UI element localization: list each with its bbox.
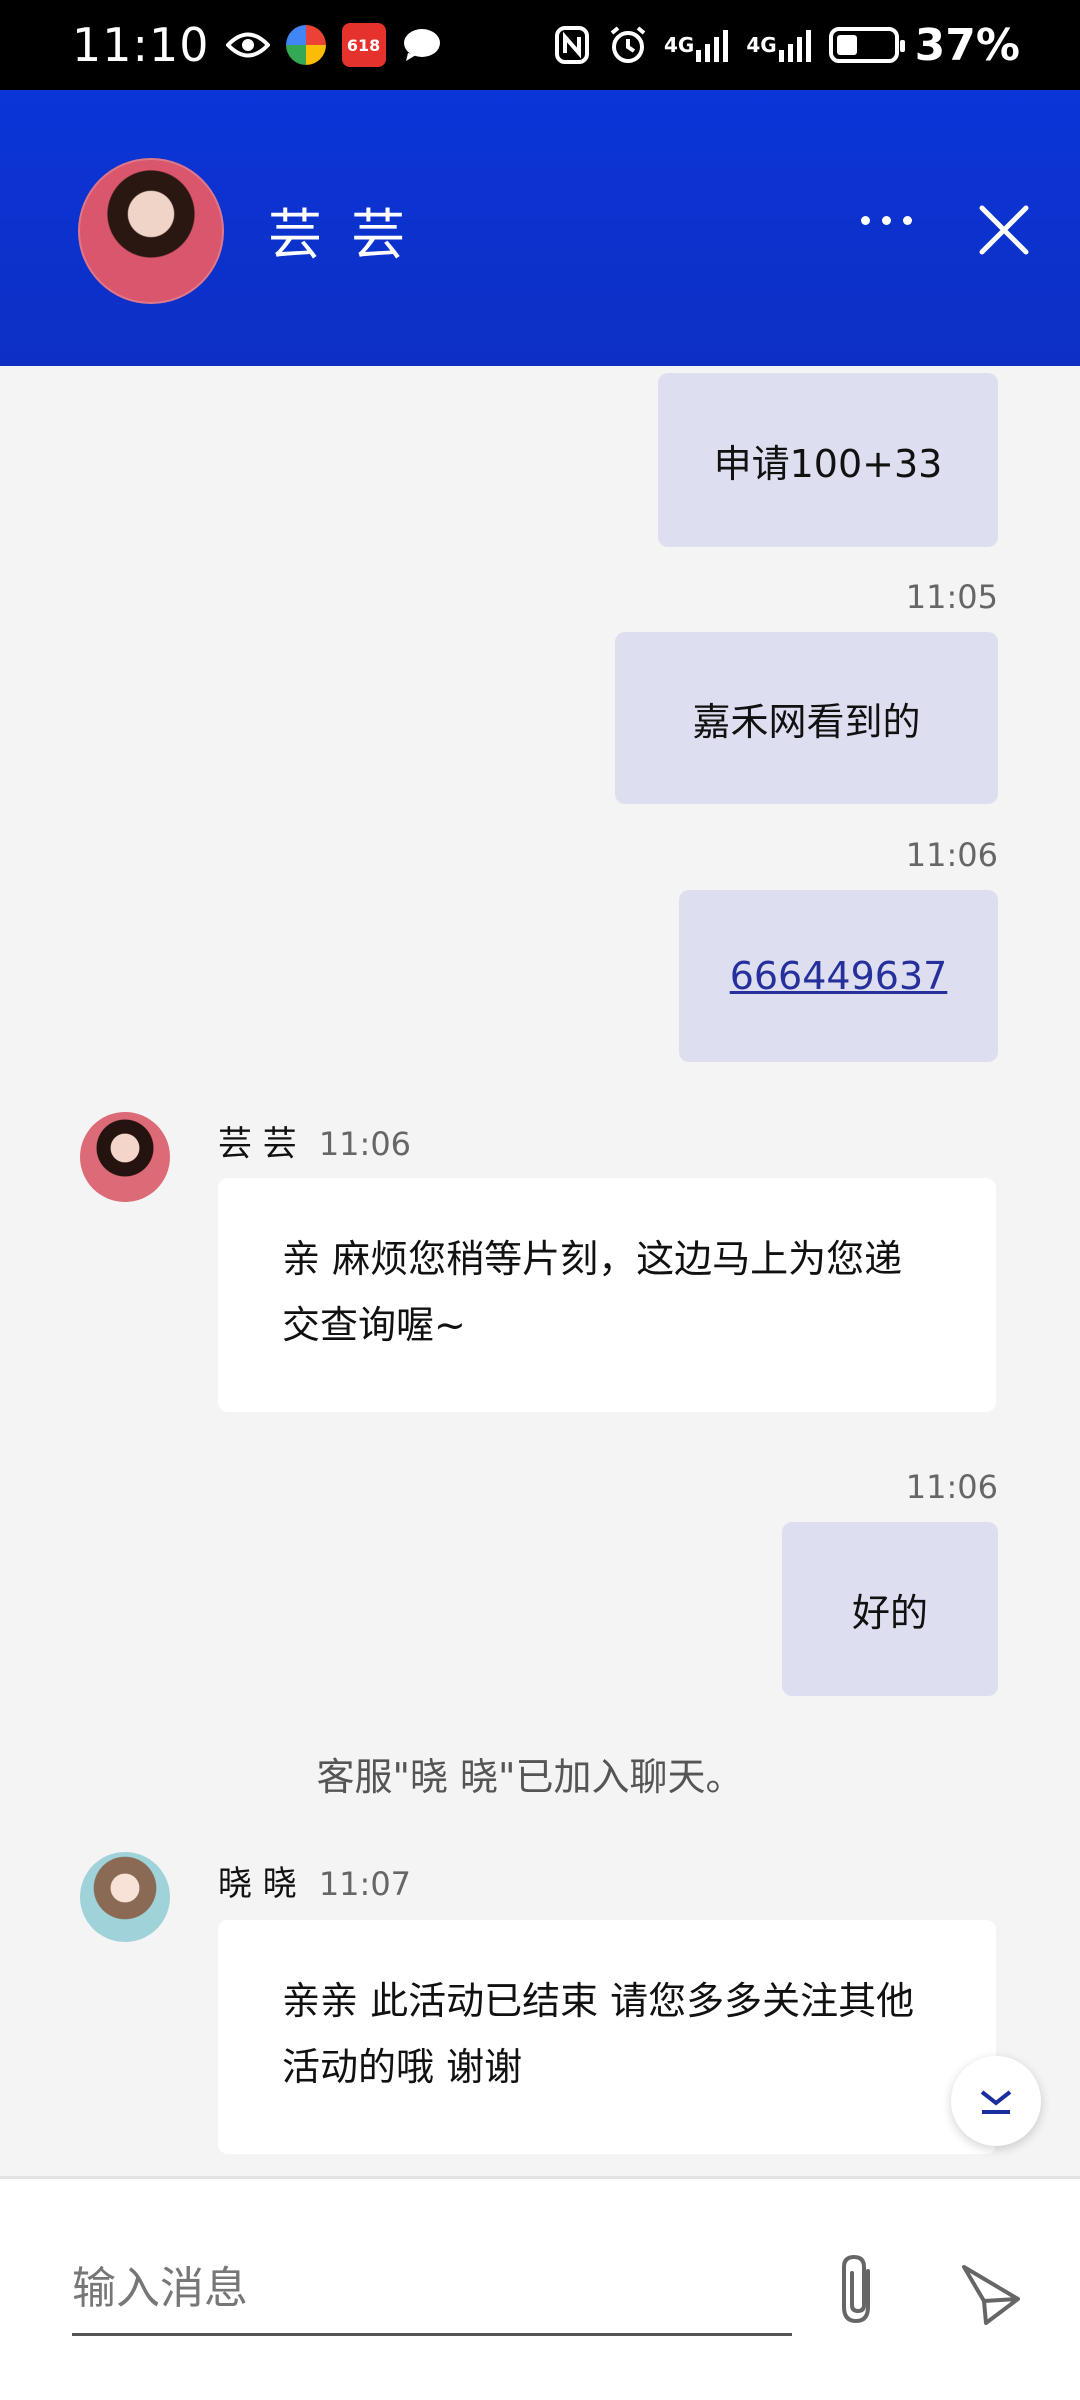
- system-message: 客服"晓 晓"已加入聊天。: [316, 1755, 744, 1799]
- battery-icon: [828, 27, 905, 63]
- message-timestamp: 11:06: [905, 836, 998, 874]
- sender-name: 芸 芸: [218, 1124, 297, 1164]
- send-icon: [962, 2265, 1020, 2325]
- incoming-message: 亲亲 此活动已结束 请您多多关注其他活动的哦 谢谢: [218, 1920, 996, 2154]
- paperclip-icon: [842, 2254, 870, 2324]
- sender-name: 晓 晓: [218, 1864, 297, 1904]
- pinwheel-app-icon: [285, 23, 326, 67]
- sender-line: 芸 芸 11:06: [218, 1116, 411, 1165]
- chevron-down-icon: [980, 2090, 1012, 2114]
- close-icon: [979, 205, 1029, 255]
- eye-icon: [225, 23, 270, 67]
- sender-line: 晓 晓 11:07: [218, 1856, 411, 1905]
- outgoing-message: 嘉禾网看到的: [615, 632, 998, 804]
- message-timestamp: 11:07: [318, 1865, 412, 1903]
- outgoing-message: 申请100+33: [658, 373, 998, 547]
- dot-icon: [902, 215, 912, 225]
- message-list[interactable]: 申请100+33 11:05 嘉禾网看到的 11:06 666449637 芸 …: [0, 366, 1080, 2176]
- outgoing-message: 666449637: [679, 890, 998, 1062]
- attach-button[interactable]: [828, 2249, 888, 2329]
- signal-icon-2: 4G: [746, 23, 812, 67]
- send-button[interactable]: [956, 2259, 1026, 2329]
- scroll-to-bottom-button[interactable]: [951, 2056, 1041, 2146]
- dot-icon: [860, 215, 870, 225]
- agent-avatar: [80, 1112, 170, 1202]
- contact-avatar: [78, 158, 224, 304]
- status-left: 11:10 618: [72, 18, 442, 72]
- status-right: 4G 4G 37%: [552, 20, 1020, 71]
- contact-name: 芸 芸: [268, 203, 412, 266]
- message-text: 好的: [851, 1590, 928, 1635]
- incoming-message: 亲 麻烦您稍等片刻，这边马上为您递交查询喔~: [218, 1178, 996, 1412]
- message-text: 申请100+33: [713, 441, 943, 486]
- message-timestamp: 11:05: [905, 578, 998, 616]
- status-time: 11:10: [72, 18, 210, 72]
- alarm-icon: [608, 23, 648, 67]
- chat-bubble-icon: [402, 23, 442, 67]
- more-options-button[interactable]: [856, 208, 916, 232]
- message-text: 亲亲 此活动已结束 请您多多关注其他活动的哦 谢谢: [282, 1979, 915, 2089]
- signal-icon-1: 4G: [664, 23, 730, 67]
- message-input[interactable]: [72, 2243, 792, 2336]
- message-composer: [0, 2176, 1080, 2400]
- message-text: 亲 麻烦您稍等片刻，这边马上为您递交查询喔~: [282, 1237, 903, 1347]
- shopping-app-icon: 618: [341, 23, 386, 67]
- agent-avatar: [80, 1852, 170, 1942]
- network-type-label: 4G: [663, 33, 695, 57]
- battery-percent: 37%: [914, 19, 1020, 71]
- message-timestamp: 11:06: [905, 1468, 998, 1506]
- phone-number-link[interactable]: 666449637: [730, 954, 948, 998]
- nfc-icon: [552, 23, 592, 67]
- close-button[interactable]: [976, 202, 1032, 258]
- network-type-label: 4G: [746, 33, 777, 57]
- message-timestamp: 11:06: [318, 1125, 412, 1163]
- battery-level: [836, 35, 857, 55]
- status-bar: 11:10 618 4G 4G 37%: [0, 0, 1080, 90]
- message-text: 嘉禾网看到的: [692, 699, 921, 744]
- outgoing-message: 好的: [782, 1522, 998, 1696]
- dot-icon: [881, 215, 891, 225]
- chat-header: 芸 芸: [0, 90, 1080, 366]
